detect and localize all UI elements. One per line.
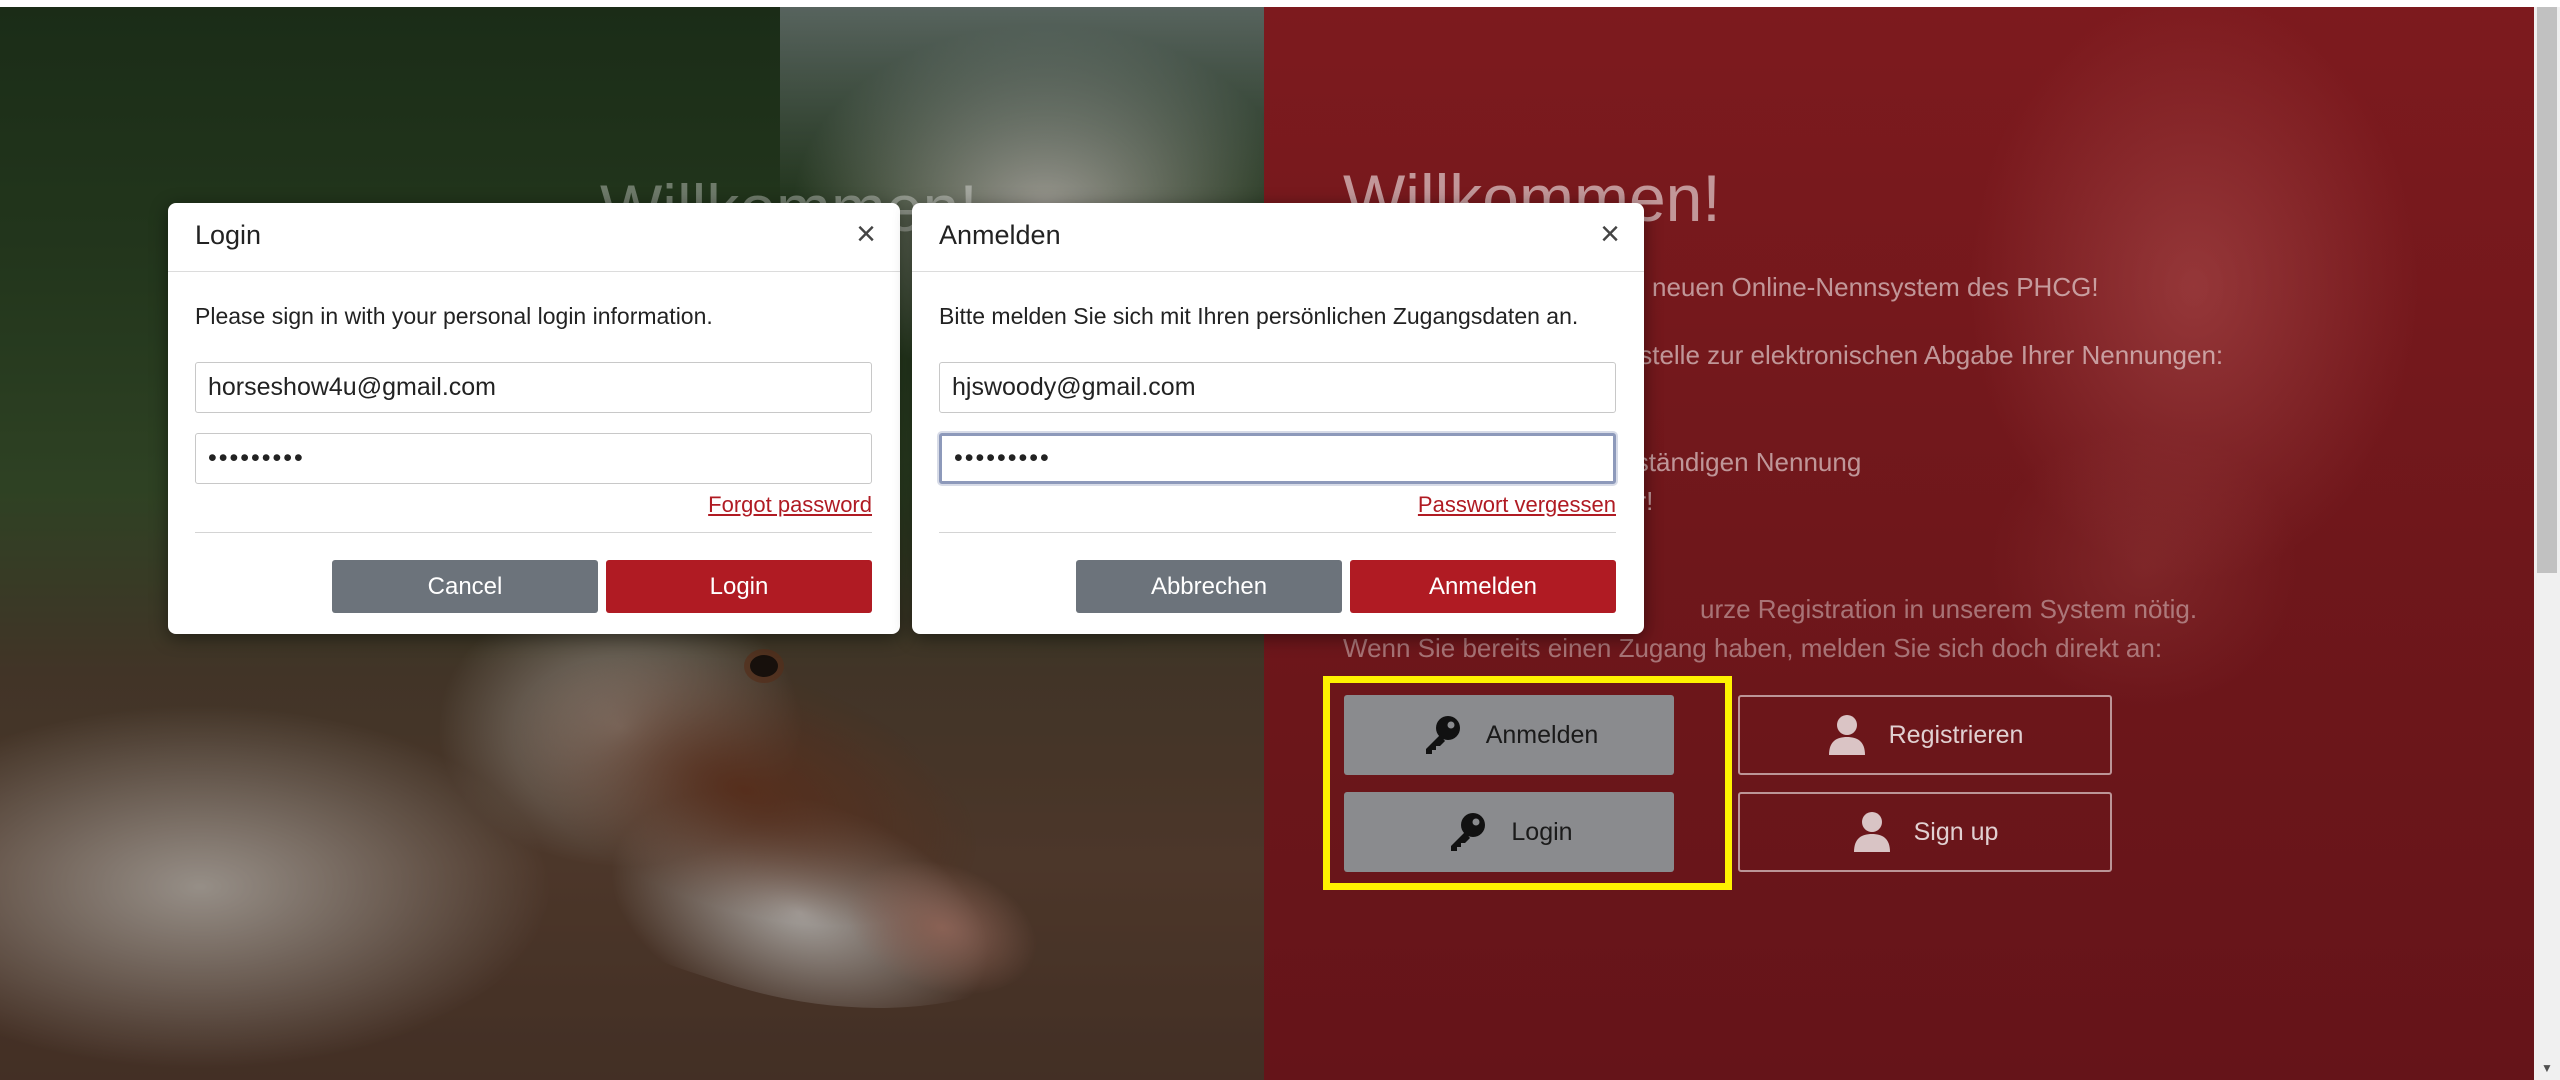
scrollbar-thumb[interactable] [2537,7,2557,573]
highlight-box [1323,676,1732,890]
welcome-line: Wenn Sie bereits einen Zugang haben, mel… [1343,633,2163,663]
scroll-down-arrow-icon[interactable]: ▼ [2538,1060,2556,1076]
close-icon[interactable]: × [1600,217,1620,251]
dialog-divider [939,532,1616,533]
abbrechen-button[interactable]: Abbrechen [1076,560,1342,613]
forgot-password-link[interactable]: Passwort vergessen [1418,492,1616,518]
anmelden-dialog-message: Bitte melden Sie sich mit Ihren persönli… [939,303,1579,329]
password-field[interactable] [195,433,872,484]
registrieren-button-label: Registrieren [1888,720,2024,749]
registrieren-button[interactable]: Registrieren [1738,695,2112,775]
forgot-password-link[interactable]: Forgot password [708,492,872,518]
anmelden-dialog: Anmelden × Bitte melden Sie sich mit Ihr… [912,203,1644,634]
user-icon [1853,812,1890,852]
login-dialog-message: Please sign in with your personal login … [195,303,713,329]
welcome-line: lständigen Nennung [1630,447,1862,477]
email-field[interactable] [195,362,872,413]
welcome-line: urze Registration in unserem System nöti… [1700,594,2198,624]
anmelden-submit-button[interactable]: Anmelden [1350,560,1616,613]
welcome-line: neuen Online-Nennsystem des PHCG! [1652,272,2099,302]
top-strip [0,0,2560,7]
signup-button[interactable]: Sign up [1738,792,2112,872]
cancel-button[interactable]: Cancel [332,560,598,613]
user-icon [1828,715,1865,755]
dialog-divider [195,532,872,533]
anmelden-dialog-header: Anmelden × [912,203,1644,272]
close-icon[interactable]: × [856,217,876,251]
login-submit-button[interactable]: Login [606,560,872,613]
login-dialog: Login × Please sign in with your persona… [168,203,900,634]
login-dialog-title: Login [195,220,262,250]
email-field[interactable] [939,362,1616,413]
password-field[interactable] [939,433,1616,484]
login-dialog-header: Login × [168,203,900,272]
welcome-line: fstelle zur elektronischen Abgabe Ihrer … [1632,340,2224,370]
anmelden-dialog-title: Anmelden [939,220,1061,250]
signup-button-label: Sign up [1913,817,1999,846]
